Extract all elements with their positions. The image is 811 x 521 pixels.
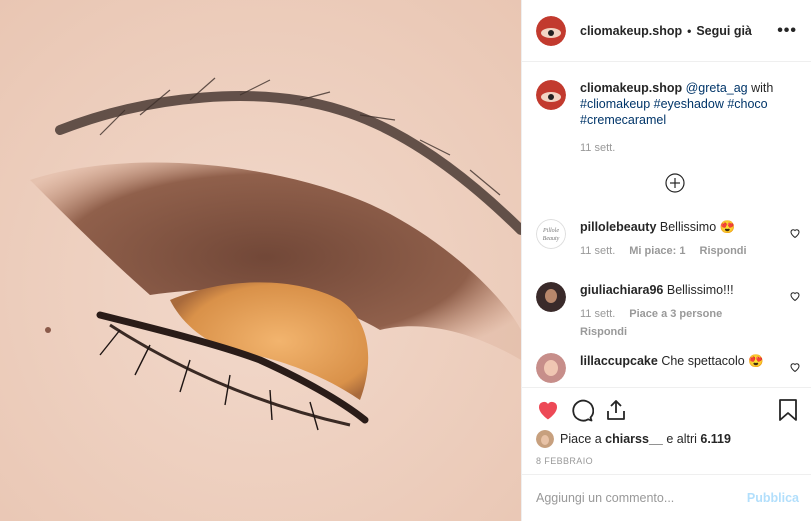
post-header: cliomakeup.shop • Segui già ••• bbox=[522, 0, 811, 62]
post-image[interactable] bbox=[0, 0, 521, 521]
avatar[interactable] bbox=[536, 353, 566, 383]
reply-button[interactable]: Rispondi bbox=[700, 243, 747, 259]
comment-item: giuliachiara96 Bellissimo!!! 11 sett. Pi… bbox=[536, 282, 801, 340]
comment-heart-icon[interactable] bbox=[789, 361, 801, 373]
likes-count[interactable]: 6.119 bbox=[700, 432, 731, 446]
separator: • bbox=[687, 23, 692, 38]
add-comment-bar: Aggiungi un commento... Pubblica bbox=[522, 474, 811, 521]
comment-username[interactable]: pillolebeauty bbox=[580, 220, 656, 234]
comment-text: Bellissimo 😍 bbox=[659, 220, 736, 234]
svg-text:Pillole: Pillole bbox=[542, 228, 559, 234]
liker-avatar[interactable] bbox=[536, 430, 554, 448]
plus-circle-icon[interactable] bbox=[665, 173, 685, 193]
comment-username[interactable]: giuliachiara96 bbox=[580, 283, 663, 297]
avatar[interactable]: Pillole Beauty bbox=[536, 219, 566, 249]
likes-suffix: e altri bbox=[662, 432, 701, 446]
author-avatar[interactable] bbox=[536, 15, 566, 46]
comment-likes[interactable]: Mi piace: 1 bbox=[629, 243, 685, 259]
comment-input[interactable]: Aggiungi un commento... bbox=[536, 491, 674, 505]
follow-button[interactable]: Segui già bbox=[696, 24, 752, 38]
caption-username[interactable]: cliomakeup.shop bbox=[580, 81, 682, 95]
avatar[interactable] bbox=[536, 282, 566, 312]
svg-text:Beauty: Beauty bbox=[543, 236, 560, 242]
comments-list[interactable]: cliomakeup.shop @greta_ag with #cliomake… bbox=[522, 63, 811, 387]
likes-prefix: Piace a bbox=[560, 432, 606, 446]
liker-username[interactable]: chiarss__ bbox=[605, 432, 663, 446]
likes-summary: Piace a chiarss__ e altri 6.119 bbox=[536, 430, 731, 448]
caption: cliomakeup.shop @greta_ag with #cliomake… bbox=[536, 80, 801, 156]
comment-text: Che spettacolo 😍 bbox=[661, 354, 764, 368]
post-sidebar: cliomakeup.shop • Segui già ••• cliomake… bbox=[521, 0, 811, 521]
eye-makeup-photo bbox=[0, 0, 521, 521]
heart-icon[interactable] bbox=[536, 398, 560, 425]
post-view: cliomakeup.shop • Segui già ••• cliomake… bbox=[0, 0, 811, 521]
comment-item: Pillole Beauty pillolebeauty Bellissimo 😍… bbox=[536, 219, 801, 259]
comment-time[interactable]: 11 sett. bbox=[580, 306, 615, 322]
publish-button[interactable]: Pubblica bbox=[747, 491, 799, 505]
comment-icon[interactable] bbox=[570, 398, 595, 425]
share-icon[interactable] bbox=[604, 398, 628, 425]
post-actions: Piace a chiarss__ e altri 6.119 8 FEBBRA… bbox=[522, 387, 811, 473]
comment-text: Bellissimo!!! bbox=[666, 283, 734, 297]
comment-heart-icon[interactable] bbox=[789, 227, 801, 239]
hashtags-line1[interactable]: #cliomakeup #eyeshadow #choco bbox=[580, 97, 768, 111]
hashtags-line2[interactable]: #cremecaramel bbox=[580, 113, 666, 127]
comment-item: lillaccupcake Che spettacolo 😍 bbox=[536, 353, 801, 383]
caption-time[interactable]: 11 sett. bbox=[580, 140, 615, 156]
post-date[interactable]: 8 FEBBRAIO bbox=[536, 456, 593, 466]
avatar[interactable] bbox=[536, 80, 566, 110]
reply-button[interactable]: Rispondi bbox=[580, 324, 627, 340]
comment-heart-icon[interactable] bbox=[789, 290, 801, 302]
comment-likes[interactable]: Piace a 3 persone bbox=[629, 306, 722, 322]
author-username[interactable]: cliomakeup.shop bbox=[580, 24, 682, 38]
mention-link[interactable]: @greta_ag bbox=[686, 81, 748, 95]
bookmark-icon[interactable] bbox=[777, 398, 799, 425]
more-icon[interactable]: ••• bbox=[777, 22, 797, 40]
comment-username[interactable]: lillaccupcake bbox=[580, 354, 658, 368]
caption-text: with bbox=[747, 81, 774, 95]
comment-time[interactable]: 11 sett. bbox=[580, 243, 615, 259]
